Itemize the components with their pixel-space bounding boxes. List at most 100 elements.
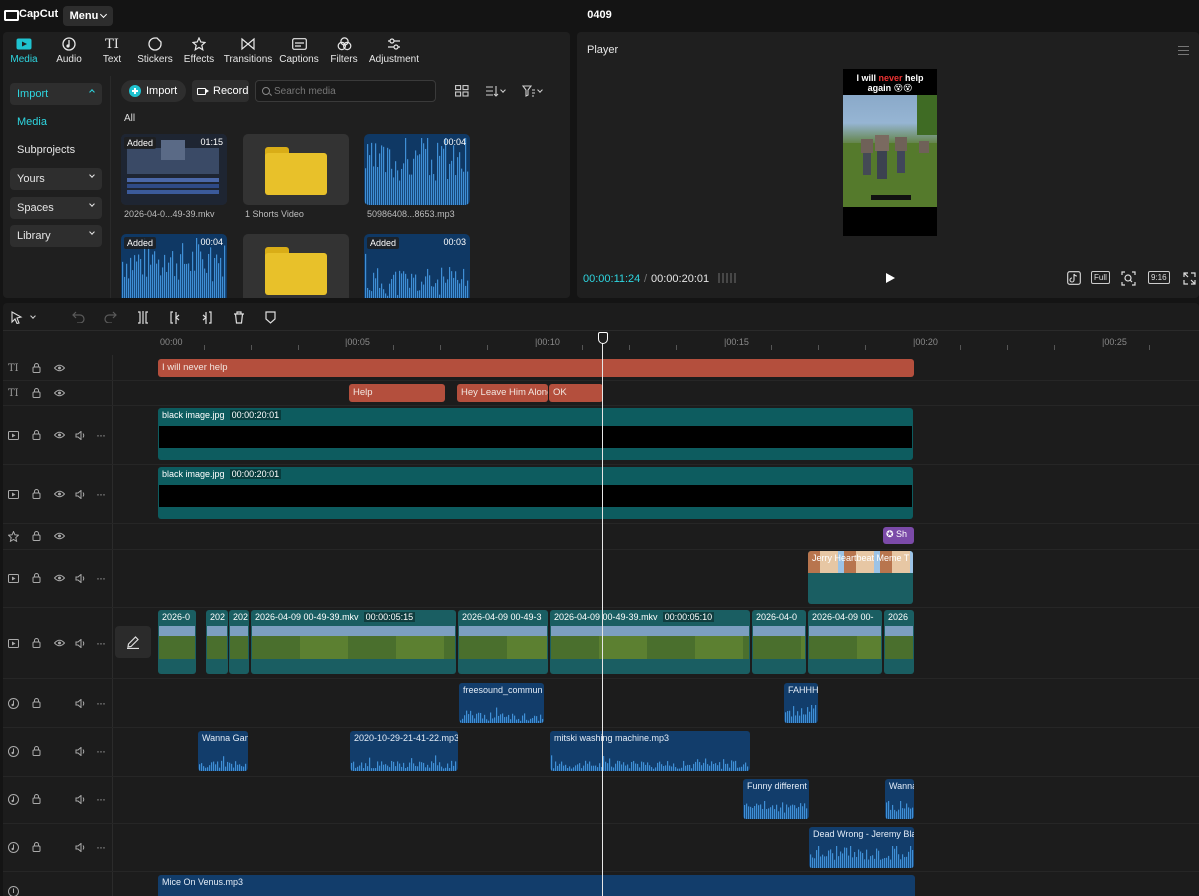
- volume-icon[interactable]: [75, 638, 86, 648]
- menu-button[interactable]: Menu: [63, 6, 113, 26]
- timecode-grid-icon[interactable]: [717, 271, 737, 285]
- volume-icon[interactable]: [75, 489, 86, 499]
- sort-button[interactable]: [485, 83, 506, 99]
- tab-adjustment[interactable]: Adjustment: [368, 32, 420, 68]
- lock-icon[interactable]: [32, 842, 41, 852]
- view-mode-button[interactable]: [455, 83, 469, 99]
- main-video-clip[interactable]: 2026-04-09 00-: [808, 610, 882, 674]
- lock-icon[interactable]: [32, 573, 41, 583]
- full-quality-button[interactable]: Full: [1091, 271, 1110, 284]
- trim-right-icon[interactable]: [201, 310, 213, 324]
- undo-icon[interactable]: [72, 310, 85, 324]
- sidebar-item-library[interactable]: Library: [10, 225, 102, 247]
- tab-audio[interactable]: Audio: [53, 32, 85, 68]
- more-icon[interactable]: ···: [96, 696, 106, 710]
- edit-cover-button[interactable]: [115, 626, 151, 658]
- main-video-clip[interactable]: 2026-0: [158, 610, 196, 674]
- sidebar-item-spaces[interactable]: Spaces: [10, 197, 102, 219]
- audio-clip[interactable]: Dead Wrong - Jeremy Bla: [809, 827, 914, 868]
- video-clip[interactable]: black image.jpg 00:00:20:01: [158, 467, 913, 519]
- eye-icon[interactable]: [54, 490, 65, 498]
- playhead-line[interactable]: [602, 338, 603, 896]
- sidebar-item-yours[interactable]: Yours: [10, 168, 102, 190]
- audio-clip[interactable]: freesound_commun: [459, 683, 544, 723]
- media-tile-video[interactable]: Added 01:15: [121, 134, 227, 205]
- trim-left-icon[interactable]: [169, 310, 181, 324]
- lock-icon[interactable]: [32, 746, 41, 756]
- tiktok-icon[interactable]: [1067, 271, 1081, 285]
- volume-icon[interactable]: [75, 430, 86, 440]
- video-clip[interactable]: black image.jpg 00:00:20:01: [158, 408, 913, 460]
- eye-icon[interactable]: [54, 364, 65, 372]
- timeline-ruler[interactable]: 00:00 |00:05 |00:10 |00:15 |00:20 |00:25: [157, 331, 1199, 355]
- text-clip[interactable]: OK: [549, 384, 603, 402]
- split-icon[interactable]: [137, 310, 149, 324]
- lock-icon[interactable]: [32, 388, 41, 398]
- aspect-ratio-button[interactable]: 9:16: [1148, 271, 1170, 284]
- tab-transitions[interactable]: Transitions: [224, 32, 272, 68]
- tab-stickers[interactable]: Stickers: [136, 32, 174, 68]
- import-button[interactable]: Import: [121, 80, 186, 102]
- volume-icon[interactable]: [75, 794, 86, 804]
- more-icon[interactable]: ···: [96, 744, 106, 758]
- tab-media[interactable]: Media: [8, 32, 40, 68]
- player-menu-icon[interactable]: [1178, 46, 1189, 55]
- main-video-clip[interactable]: 2026-04-09 00-49-39.mkv 00:00:05:10: [550, 610, 750, 674]
- filter-button[interactable]: [522, 83, 543, 99]
- eye-icon[interactable]: [54, 532, 65, 540]
- more-icon[interactable]: ···: [96, 487, 106, 501]
- eye-icon[interactable]: [54, 389, 65, 397]
- more-icon[interactable]: ···: [96, 571, 106, 585]
- eye-icon[interactable]: [54, 639, 65, 647]
- fullscreen-icon[interactable]: [1183, 271, 1196, 285]
- lock-icon[interactable]: [32, 489, 41, 499]
- main-video-clip[interactable]: 2026-04-09 00-49-39.mkv 00:00:05:15: [251, 610, 456, 674]
- audio-clip[interactable]: mitski washing machine.mp3: [550, 731, 750, 771]
- more-icon[interactable]: ···: [96, 636, 106, 650]
- preview-frame[interactable]: I will never help again 😵😵: [843, 69, 937, 236]
- main-video-clip[interactable]: 202: [229, 610, 249, 674]
- main-video-clip[interactable]: 2026: [884, 610, 914, 674]
- lock-icon[interactable]: [32, 363, 41, 373]
- sidebar-item-media[interactable]: Media: [10, 111, 102, 133]
- effect-clip[interactable]: ✪ Sh: [883, 527, 914, 544]
- volume-icon[interactable]: [75, 573, 86, 583]
- main-video-clip[interactable]: 2026-04-09 00-49-3: [458, 610, 548, 674]
- lock-icon[interactable]: [32, 794, 41, 804]
- overlay-video-clip[interactable]: Jerry Heartbeat Meme T: [808, 551, 913, 604]
- eye-icon[interactable]: [54, 574, 65, 582]
- lock-icon[interactable]: [32, 698, 41, 708]
- text-clip[interactable]: Help: [349, 384, 445, 402]
- record-button[interactable]: Record: [192, 80, 249, 102]
- media-tile-audio[interactable]: Added 00:04: [121, 234, 227, 298]
- media-tile-audio[interactable]: 00:04: [364, 134, 470, 205]
- more-icon[interactable]: ···: [96, 428, 106, 442]
- redo-icon[interactable]: [104, 310, 117, 324]
- volume-icon[interactable]: [75, 746, 86, 756]
- playhead-handle[interactable]: [598, 332, 608, 344]
- volume-icon[interactable]: [75, 698, 86, 708]
- audio-clip[interactable]: 2020-10-29-21-41-22.mp3: [350, 731, 458, 771]
- text-clip[interactable]: Hey Leave Him Alone: [457, 384, 548, 402]
- sidebar-item-subprojects[interactable]: Subprojects: [10, 139, 102, 161]
- tab-effects[interactable]: Effects: [182, 32, 216, 68]
- search-input[interactable]: [274, 84, 432, 98]
- play-button[interactable]: [886, 273, 895, 283]
- lock-icon[interactable]: [32, 531, 41, 541]
- tab-text[interactable]: TI Text: [96, 32, 128, 68]
- lock-icon[interactable]: [32, 638, 41, 648]
- media-tile-folder[interactable]: [243, 134, 349, 205]
- audio-clip[interactable]: Funny different: [743, 779, 809, 819]
- lock-icon[interactable]: [32, 430, 41, 440]
- main-video-clip[interactable]: 2026-04-0: [752, 610, 806, 674]
- sidebar-item-import[interactable]: Import: [10, 83, 102, 105]
- text-clip[interactable]: I will never help: [158, 359, 914, 377]
- tab-captions[interactable]: Captions: [279, 32, 319, 68]
- select-tool-button[interactable]: [11, 310, 36, 324]
- delete-icon[interactable]: [233, 310, 245, 324]
- main-video-clip[interactable]: 202: [206, 610, 228, 674]
- audio-clip[interactable]: Wanna Gam: [198, 731, 248, 771]
- audio-clip[interactable]: Mice On Venus.mp3: [158, 875, 915, 896]
- volume-icon[interactable]: [75, 842, 86, 852]
- eye-icon[interactable]: [54, 431, 65, 439]
